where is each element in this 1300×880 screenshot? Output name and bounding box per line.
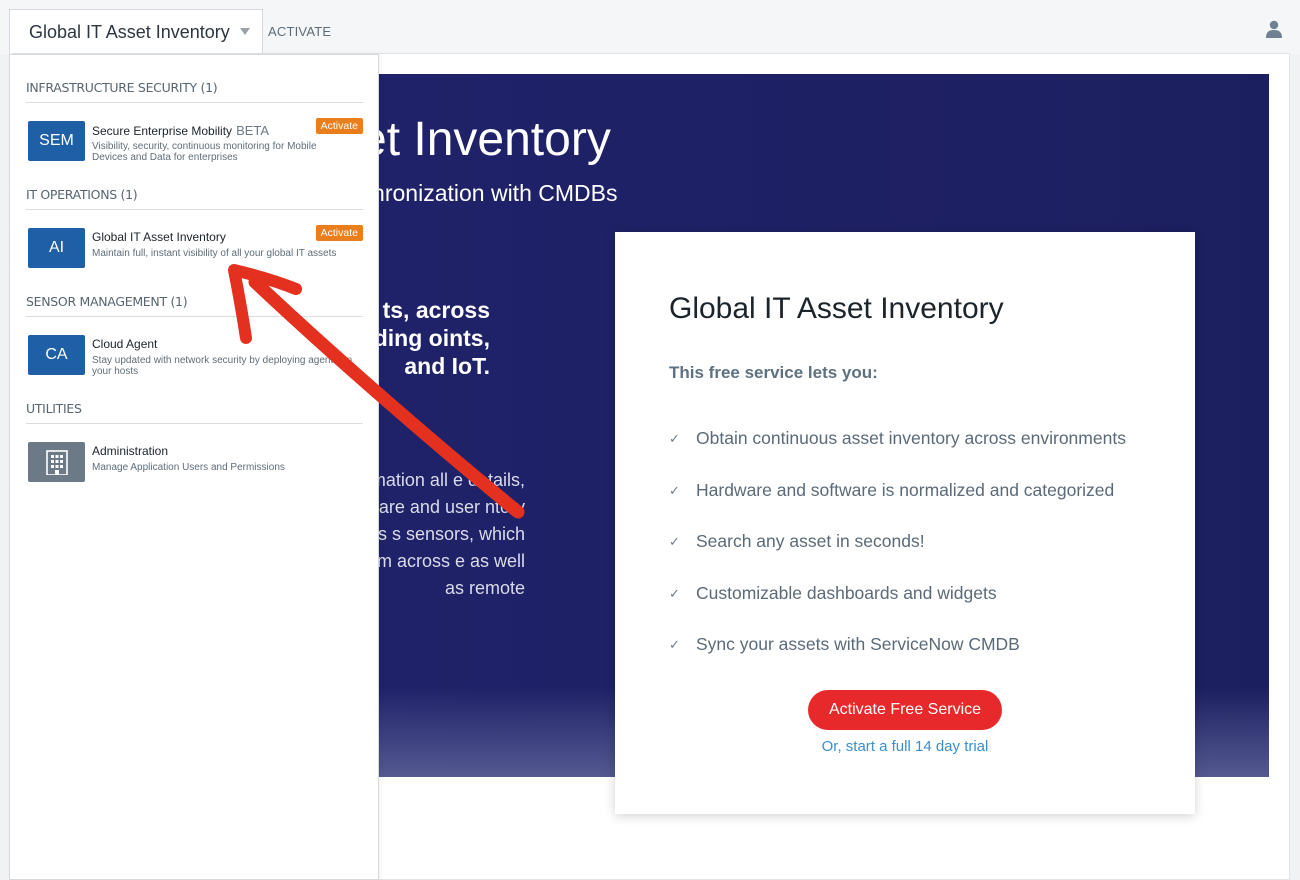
- menu-item-secure-enterprise-mobility[interactable]: SEM Secure Enterprise Mobility BETA Visib…: [26, 118, 363, 169]
- item-title: Cloud Agent: [92, 337, 158, 351]
- item-description: Visibility, security, continuous monitor…: [92, 141, 317, 163]
- chevron-down-icon: [240, 28, 250, 35]
- module-selector-label: Global IT Asset Inventory: [29, 22, 230, 42]
- item-title: Global IT Asset Inventory: [92, 230, 226, 244]
- section-heading-it-operations: IT OPERATIONS (1): [26, 187, 363, 210]
- check-icon: ✓: [669, 482, 680, 498]
- benefit-text: Customizable dashboards and widgets: [696, 582, 997, 603]
- item-description: Stay updated with network security by de…: [92, 355, 353, 377]
- item-title: Secure Enterprise Mobility BETA: [92, 123, 269, 138]
- module-selector[interactable]: Global IT Asset Inventory: [9, 9, 263, 55]
- ai-tile: AI: [28, 228, 85, 268]
- menu-item-cloud-agent[interactable]: CA Cloud Agent Stay updated with network…: [26, 335, 363, 383]
- section-heading-utilities: UTILITIES: [26, 401, 363, 424]
- card-lead: This free service lets you:: [669, 363, 878, 382]
- building-icon: [28, 442, 85, 482]
- activate-link[interactable]: ACTIVATE: [268, 24, 331, 39]
- user-icon[interactable]: [1266, 20, 1282, 38]
- benefit-text: Hardware and software is normalized and …: [696, 479, 1115, 500]
- benefit-item: ✓ Search any asset in seconds!: [669, 531, 1126, 583]
- menu-item-global-it-asset-inventory[interactable]: AI Global IT Asset Inventory Maintain fu…: [26, 225, 363, 276]
- offer-card: Global IT Asset Inventory This free serv…: [615, 232, 1195, 814]
- benefits-list: ✓ Obtain continuous asset inventory acros…: [669, 428, 1126, 686]
- check-icon: ✓: [669, 431, 680, 446]
- top-bar: Global IT Asset Inventory ACTIVATE: [0, 0, 1300, 55]
- benefit-item: ✓ Obtain continuous asset inventory acros…: [669, 428, 1126, 480]
- check-icon: ✓: [669, 534, 680, 549]
- activate-free-service-button[interactable]: Activate Free Service: [808, 690, 1002, 730]
- activate-badge[interactable]: Activate: [315, 118, 363, 134]
- benefit-text: Search any asset in seconds!: [696, 531, 925, 551]
- benefit-item: ✓ Sync your assets with ServiceNow CMDB: [669, 634, 1126, 686]
- item-description: Maintain full, instant visibility of all…: [92, 248, 337, 259]
- benefit-item: ✓ Customizable dashboards and widgets: [669, 583, 1126, 635]
- check-icon: ✓: [669, 637, 680, 652]
- menu-item-administration[interactable]: Administration Manage Application Users …: [26, 442, 363, 490]
- card-title: Global IT Asset Inventory: [669, 292, 1004, 325]
- start-trial-link[interactable]: Or, start a full 14 day trial: [615, 738, 1195, 755]
- sem-tile: SEM: [28, 121, 85, 161]
- item-description: Manage Application Users and Permissions: [92, 462, 285, 473]
- item-title: Administration: [92, 444, 169, 458]
- benefit-text: Obtain continuous asset inventory across…: [696, 428, 1126, 448]
- section-heading-infrastructure-security: INFRASTRUCTURE SECURITY (1): [26, 80, 363, 103]
- benefit-item: ✓ Hardware and software is normalized and…: [669, 480, 1126, 532]
- module-dropdown-menu: INFRASTRUCTURE SECURITY (1) SEM Secure E…: [9, 54, 379, 880]
- benefit-text: Sync your assets with ServiceNow CMDB: [696, 634, 1020, 654]
- beta-tag: BETA: [236, 123, 270, 138]
- activate-badge[interactable]: Activate: [315, 225, 363, 241]
- item-title-text: Secure Enterprise Mobility: [92, 124, 233, 138]
- ca-tile: CA: [28, 335, 85, 375]
- section-heading-sensor-management: SENSOR MANAGEMENT (1): [26, 294, 363, 317]
- check-icon: ✓: [669, 585, 680, 601]
